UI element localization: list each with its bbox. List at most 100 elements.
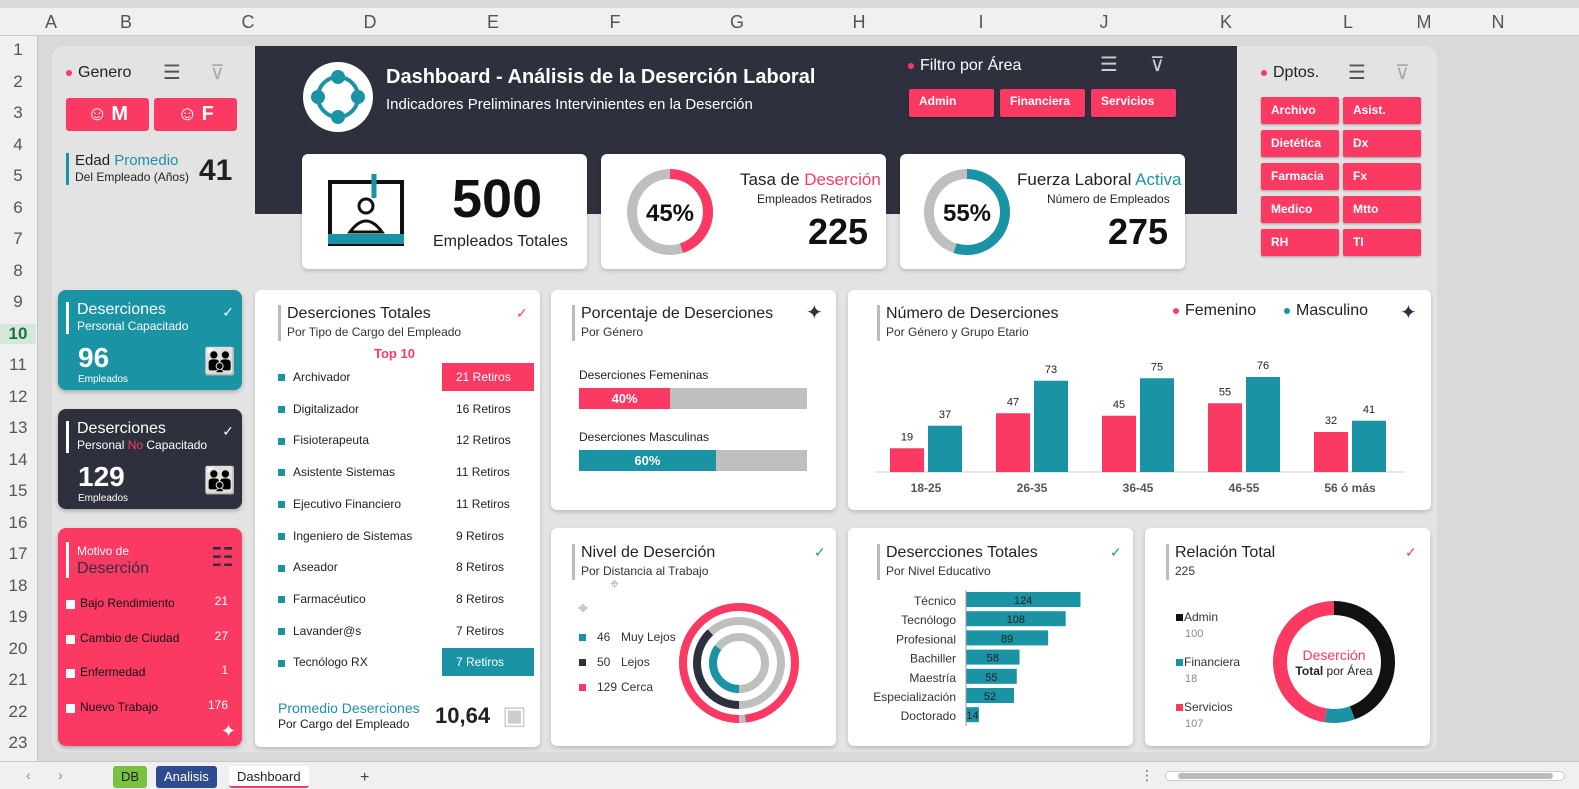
row-header[interactable]: 21 [0,670,36,690]
checkbox-icon[interactable] [66,703,75,713]
row-header[interactable]: 11 [0,355,36,375]
dpto-button[interactable]: Dietética [1261,130,1339,157]
row-header[interactable]: 9 [0,292,36,312]
bar-femenino[interactable] [1102,415,1136,472]
dpto-button[interactable]: TI [1343,229,1421,256]
row-header[interactable]: 22 [0,702,36,722]
row-header[interactable]: 18 [0,576,36,596]
logo-icon [303,62,373,132]
tab-analisis[interactable]: Analisis [156,766,217,788]
column-header[interactable]: C [242,12,255,33]
row-header[interactable]: 5 [0,166,36,186]
bar-masculino[interactable] [1352,420,1386,472]
column-header[interactable]: K [1220,12,1232,33]
multi-select-icon[interactable]: ☰ [163,60,181,85]
checkbox-icon[interactable] [66,634,75,644]
cargo-item-value: 8 Retiros [456,591,505,606]
bar-masculino[interactable] [1246,377,1280,472]
cargo-item-value: 16 Retiros [456,401,511,416]
bar-femenino[interactable] [1208,403,1242,472]
sparkle-icon: ✦ [806,302,823,324]
genero-button-f[interactable]: ☺ F [154,98,237,131]
clear-filter-icon[interactable]: ⊽ [210,60,225,85]
bar-femenino[interactable] [996,413,1030,472]
y-tick-label: Maestría [909,671,956,685]
scroll-left-icon[interactable]: ‹ [26,767,31,783]
row-header[interactable]: 1 [0,40,36,60]
horizontal-scrollbar[interactable] [1165,771,1565,781]
row-header[interactable]: 23 [0,733,36,753]
check-icon: ✓ [1405,544,1417,560]
column-header[interactable]: B [120,12,132,33]
row-header[interactable]: 20 [0,639,36,659]
edad-bar-chart: 19 37 18-25 47 73 26-35 45 75 36-45 55 76 46-55 32 41… [875,360,1405,495]
check-icon: ✓ [1110,544,1122,560]
scroll-right-icon[interactable]: › [58,767,63,783]
tasa-sub: Empleados Retirados [757,192,872,206]
column-header[interactable]: M [1417,12,1432,33]
column-header[interactable]: H [853,12,866,33]
checklist-icon: ☷ [210,542,234,572]
filter-button-financiera[interactable]: Financiera [1000,89,1085,117]
cargo-item-bullet [278,529,293,543]
column-header[interactable]: F [610,12,621,33]
dpto-button[interactable]: Medico [1261,196,1339,223]
multi-select-icon[interactable]: ☰ [1348,60,1366,85]
data-label: 19 [901,431,913,443]
row-header[interactable]: 15 [0,481,36,501]
filter-button-admin[interactable]: Admin [909,89,994,117]
checkbox-icon[interactable] [66,600,75,609]
column-header[interactable]: N [1492,12,1505,33]
male-icon: ☺ [86,103,108,125]
genero-button-m[interactable]: ☺ M [66,98,149,131]
row-header[interactable]: 19 [0,607,36,627]
column-header[interactable]: G [730,12,744,33]
bar-femenino[interactable] [890,448,924,472]
row-header[interactable]: 2 [0,72,36,92]
dpto-button[interactable]: Farmacia [1261,163,1339,190]
column-header[interactable]: I [978,12,983,33]
id-card-icon: ▣ [502,700,527,730]
tab-db[interactable]: DB [113,766,148,788]
dpto-button[interactable]: Asist. [1343,97,1421,124]
filter-button-servicios[interactable]: Servicios [1091,89,1176,117]
more-icon[interactable]: ⋮ [1140,767,1154,784]
legend-value: 100 [1185,628,1204,640]
column-header[interactable]: J [1100,12,1109,33]
data-label: 41 [1363,404,1375,416]
genero-label: Genero [66,64,131,82]
row-header[interactable]: 4 [0,135,36,155]
dpto-button[interactable]: Dx [1343,130,1421,157]
area-filter-label: Filtro por Área [908,57,1021,75]
dpto-button[interactable]: Mtto [1343,196,1421,223]
row-header[interactable]: 10 [0,323,36,344]
legend-value: 18 [1185,673,1198,685]
row-header[interactable]: 7 [0,229,36,249]
column-header[interactable]: L [1343,12,1353,33]
column-header[interactable]: D [364,12,377,33]
column-header[interactable]: E [487,12,499,33]
row-header[interactable]: 12 [0,387,36,407]
row-header[interactable]: 8 [0,261,36,281]
multi-select-icon[interactable]: ☰ [1100,52,1118,77]
row-header[interactable]: 3 [0,103,36,123]
bar-femenino[interactable] [1314,432,1348,472]
dpto-button[interactable]: Archivo [1261,97,1339,124]
dpto-button[interactable]: RH [1261,229,1339,256]
bar-masculino[interactable] [1034,380,1068,472]
tab-dashboard[interactable]: Dashboard [229,766,309,788]
check-icon: ✓ [222,423,234,439]
clear-filter-icon[interactable]: ⊽ [1395,60,1410,85]
checkbox-icon[interactable] [66,669,75,678]
row-header[interactable]: 13 [0,418,36,438]
row-header[interactable]: 6 [0,198,36,218]
row-header[interactable]: 14 [0,450,36,470]
clear-filter-icon[interactable]: ⊽ [1150,52,1165,77]
column-header[interactable]: A [45,12,57,33]
bar-masculino[interactable] [1140,378,1174,472]
row-header[interactable]: 16 [0,513,36,533]
add-sheet-button[interactable]: + [352,766,377,788]
bar-masculino[interactable] [928,425,962,472]
dpto-button[interactable]: Fx [1343,163,1421,190]
row-header[interactable]: 17 [0,544,36,564]
